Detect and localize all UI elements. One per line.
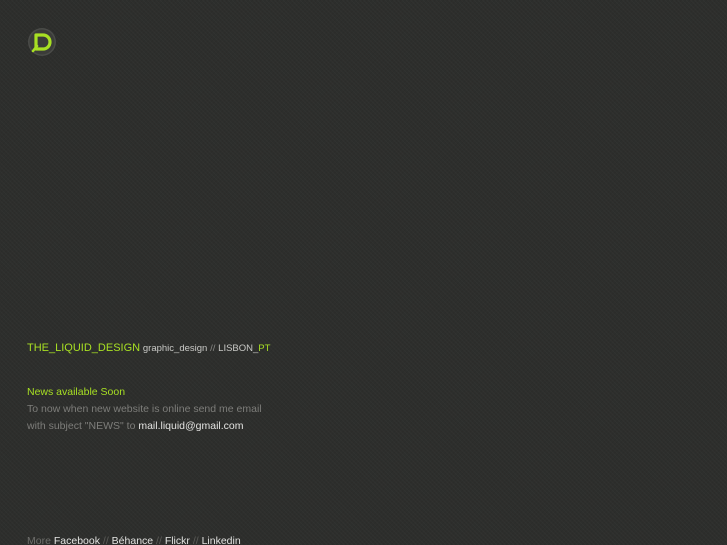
brand-name: THE_LIQUID_DESIGN — [27, 342, 141, 354]
behance-link[interactable]: Béhance — [112, 535, 153, 545]
flickr-link[interactable]: Flickr — [165, 535, 190, 545]
news-title: News available Soon — [27, 386, 126, 398]
news-line-1: To now when new website is online send m… — [27, 403, 262, 415]
news-section: News available Soon To now when new webs… — [27, 384, 262, 435]
footer-separator: // — [102, 535, 109, 545]
facebook-link[interactable]: Facebook — [54, 535, 100, 545]
brand-location-prefix: LISBON_ — [218, 343, 259, 354]
brand-separator: // — [210, 343, 216, 354]
linkedin-link[interactable]: Linkedin — [202, 535, 241, 545]
footer-more-label: More — [27, 535, 51, 545]
news-line-2-prefix: with subject "NEWS" to — [27, 420, 136, 432]
email-link[interactable]: mail.liquid@gmail.com — [138, 420, 243, 432]
brand-location: LISBON_PT — [218, 343, 270, 354]
brand-line: THE_LIQUID_DESIGN graphic_design // LISB… — [27, 342, 270, 355]
brand-location-suffix: PT — [258, 343, 271, 354]
footer-links: More Facebook // Béhance // Flickr // Li… — [27, 535, 241, 545]
footer-separator: // — [192, 535, 199, 545]
footer-separator: // — [156, 535, 162, 545]
brand-category: graphic_design — [142, 343, 208, 354]
liquid-design-logo-icon[interactable] — [27, 27, 57, 57]
news-line-2: with subject "NEWS" to mail.liquid@gmail… — [27, 418, 262, 435]
